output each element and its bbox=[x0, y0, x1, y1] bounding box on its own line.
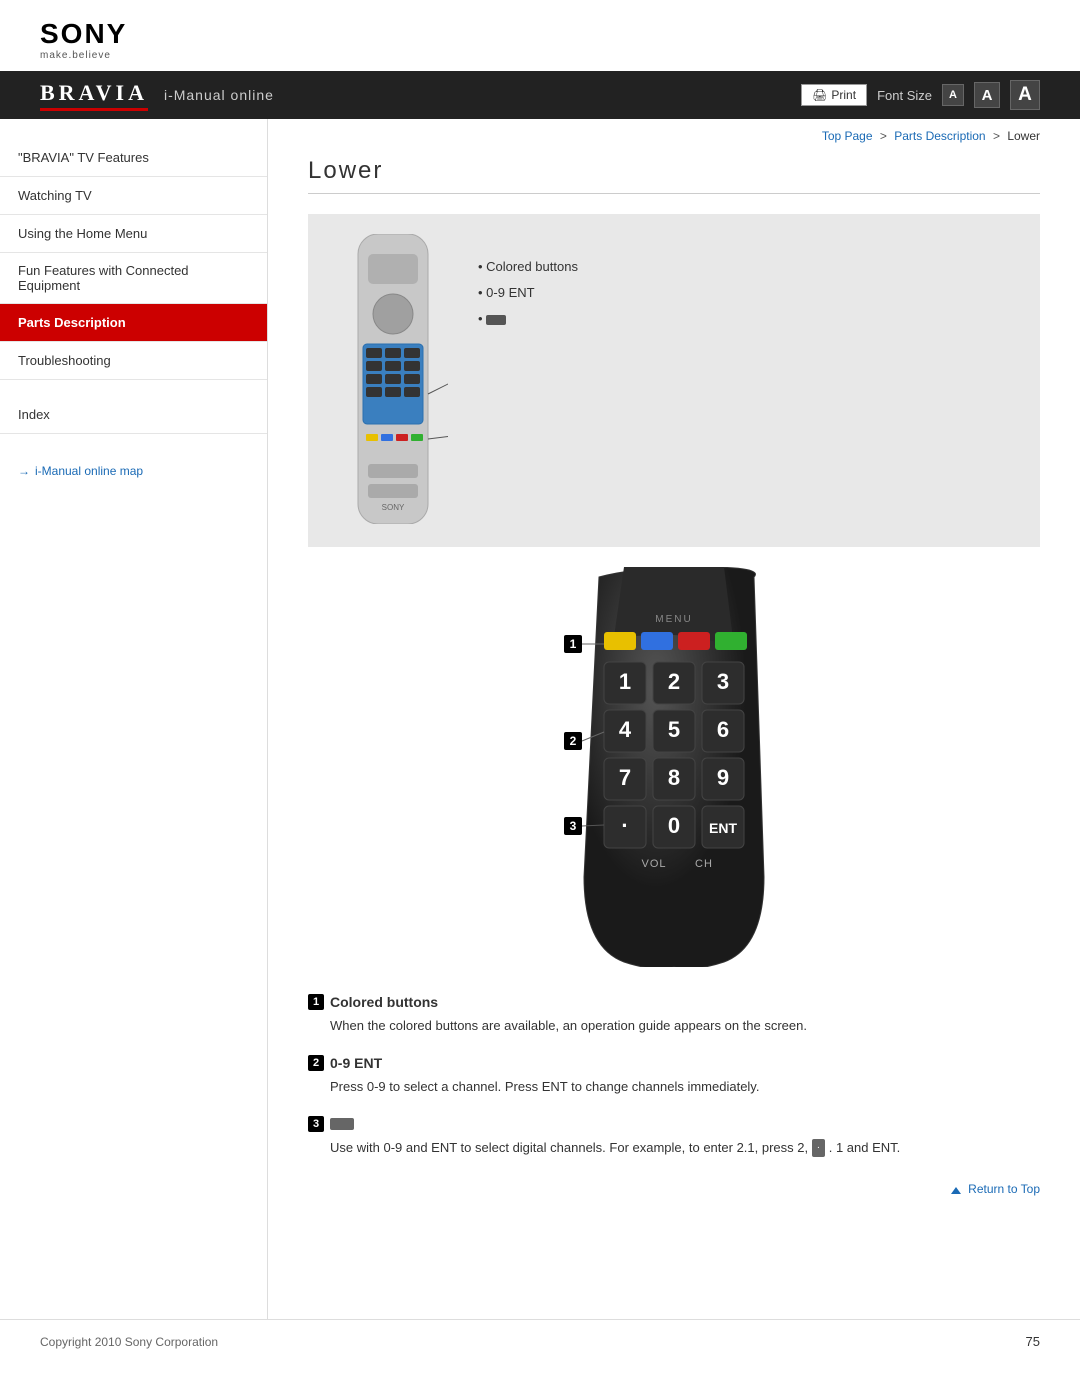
sidebar-label-parts-description: Parts Description bbox=[18, 315, 126, 330]
triangle-up-icon bbox=[951, 1187, 961, 1194]
breadcrumb-top-page[interactable]: Top Page bbox=[822, 129, 873, 143]
sidebar-item-bravia-features[interactable]: "BRAVIA" TV Features bbox=[0, 139, 267, 177]
section3-title: 3 bbox=[308, 1116, 1040, 1132]
svg-text:CH: CH bbox=[695, 858, 713, 870]
sidebar-item-index[interactable]: Index bbox=[0, 396, 267, 434]
section2-badge: 2 bbox=[308, 1055, 324, 1071]
remote-diagram: SONY Colored buttons 0-9 ENT bbox=[308, 214, 1040, 547]
page-title: Lower bbox=[308, 157, 1040, 194]
svg-text:0: 0 bbox=[668, 813, 680, 838]
svg-text:8: 8 bbox=[668, 765, 680, 790]
svg-text:2: 2 bbox=[570, 734, 577, 748]
section2-desc: Press 0-9 to select a channel. Press ENT… bbox=[330, 1077, 1040, 1098]
svg-text:9: 9 bbox=[717, 765, 729, 790]
print-icon: 🖨 bbox=[812, 88, 827, 102]
inline-dot-button: · bbox=[812, 1139, 825, 1157]
section2-label: 0-9 ENT bbox=[330, 1055, 382, 1071]
nav-right: 🖨 Print Font Size A A A bbox=[801, 80, 1040, 110]
breadcrumb-sep2: > bbox=[993, 129, 1000, 143]
sidebar-item-troubleshooting[interactable]: Troubleshooting bbox=[0, 342, 267, 380]
sidebar-label-index: Index bbox=[18, 407, 50, 422]
sidebar-label-watching-tv: Watching TV bbox=[18, 188, 92, 203]
bravia-logo: BRAVIA bbox=[40, 80, 148, 111]
breadcrumb-current: Lower bbox=[1007, 129, 1040, 143]
return-to-top[interactable]: Return to Top bbox=[308, 1182, 1040, 1196]
diagram-label-dot bbox=[478, 306, 578, 332]
arrow-icon: → bbox=[18, 464, 30, 478]
svg-text:MENU: MENU bbox=[655, 614, 692, 625]
dot-button-icon bbox=[486, 315, 506, 325]
diagram-label-09ent: 0-9 ENT bbox=[478, 280, 578, 306]
diagram-label-colored: Colored buttons bbox=[478, 254, 578, 280]
section2-title: 2 0-9 ENT bbox=[308, 1055, 1040, 1071]
sidebar-label-fun-features: Fun Features with Connected Equipment bbox=[18, 263, 189, 293]
dot-button-small-icon bbox=[330, 1118, 354, 1130]
svg-text:·: · bbox=[621, 813, 628, 838]
remote-overview-svg: SONY bbox=[338, 234, 448, 524]
svg-text:SONY: SONY bbox=[382, 503, 405, 512]
sidebar-label-home-menu: Using the Home Menu bbox=[18, 226, 147, 241]
font-small-button[interactable]: A bbox=[942, 84, 964, 106]
section1-colored-buttons: 1 Colored buttons When the colored butto… bbox=[308, 994, 1040, 1037]
sidebar-item-home-menu[interactable]: Using the Home Menu bbox=[0, 215, 267, 253]
svg-text:6: 6 bbox=[717, 717, 729, 742]
remote-overview-image: SONY bbox=[338, 234, 448, 527]
copyright-text: Copyright 2010 Sony Corporation bbox=[40, 1335, 218, 1349]
svg-text:ENT: ENT bbox=[709, 820, 737, 836]
section3-desc2: . 1 and ENT. bbox=[829, 1140, 901, 1155]
section3-dot: 3 Use with 0-9 and ENT to select digital… bbox=[308, 1116, 1040, 1159]
sony-text: SONY bbox=[40, 18, 127, 50]
svg-text:5: 5 bbox=[668, 717, 680, 742]
sidebar-item-parts-description[interactable]: Parts Description bbox=[0, 304, 267, 342]
print-label: Print bbox=[831, 88, 856, 102]
section2-09ent: 2 0-9 ENT Press 0-9 to select a channel.… bbox=[308, 1055, 1040, 1098]
sidebar: "BRAVIA" TV Features Watching TV Using t… bbox=[0, 119, 268, 1319]
sony-logo: SONY make.believe bbox=[40, 18, 127, 61]
section1-desc: When the colored buttons are available, … bbox=[330, 1016, 1040, 1037]
font-medium-button[interactable]: A bbox=[974, 82, 1000, 108]
section3-desc: Use with 0-9 and ENT to select digital c… bbox=[330, 1138, 1040, 1159]
imanual-map-label: i-Manual online map bbox=[35, 464, 143, 478]
print-button[interactable]: 🖨 Print bbox=[801, 84, 867, 106]
sidebar-item-fun-features[interactable]: Fun Features with Connected Equipment bbox=[0, 253, 267, 304]
page-number: 75 bbox=[1026, 1334, 1040, 1349]
svg-text:3: 3 bbox=[717, 669, 729, 694]
svg-text:2: 2 bbox=[668, 669, 680, 694]
sony-tagline: make.believe bbox=[40, 50, 127, 61]
imanual-map-link[interactable]: → i-Manual online map bbox=[0, 450, 267, 492]
svg-text:3: 3 bbox=[570, 819, 577, 833]
sidebar-item-watching-tv[interactable]: Watching TV bbox=[0, 177, 267, 215]
nav-bar: BRAVIA i-Manual online 🖨 Print Font Size… bbox=[0, 71, 1080, 119]
font-size-label: Font Size bbox=[877, 88, 932, 103]
diagram-labels: Colored buttons 0-9 ENT bbox=[478, 234, 578, 332]
return-top-label: Return to Top bbox=[968, 1182, 1040, 1196]
remote-detail-svg: MENU 1 2 3 4 bbox=[504, 567, 844, 967]
svg-text:7: 7 bbox=[619, 765, 631, 790]
sidebar-label-bravia-features: "BRAVIA" TV Features bbox=[18, 150, 149, 165]
bravia-title: BRAVIA i-Manual online bbox=[40, 80, 274, 111]
sidebar-label-troubleshooting: Troubleshooting bbox=[18, 353, 111, 368]
remote-detail: MENU 1 2 3 4 bbox=[308, 567, 1040, 970]
section3-badge: 3 bbox=[308, 1116, 324, 1132]
section1-label: Colored buttons bbox=[330, 994, 438, 1010]
section1-title: 1 Colored buttons bbox=[308, 994, 1040, 1010]
font-large-button[interactable]: A bbox=[1010, 80, 1040, 110]
svg-text:4: 4 bbox=[619, 717, 632, 742]
content-area: Top Page > Parts Description > Lower Low… bbox=[268, 119, 1080, 1319]
breadcrumb-parts-description[interactable]: Parts Description bbox=[894, 129, 985, 143]
svg-text:1: 1 bbox=[570, 637, 577, 651]
svg-text:VOL: VOL bbox=[641, 858, 666, 870]
section1-badge: 1 bbox=[308, 994, 324, 1010]
main-layout: "BRAVIA" TV Features Watching TV Using t… bbox=[0, 119, 1080, 1319]
breadcrumb: Top Page > Parts Description > Lower bbox=[308, 129, 1040, 143]
svg-text:1: 1 bbox=[619, 669, 631, 694]
section3-desc-text: Use with 0-9 and ENT to select digital c… bbox=[330, 1140, 808, 1155]
footer: Copyright 2010 Sony Corporation 75 bbox=[0, 1319, 1080, 1363]
breadcrumb-sep1: > bbox=[880, 129, 887, 143]
imanual-text: i-Manual online bbox=[164, 87, 274, 103]
top-header: SONY make.believe bbox=[0, 0, 1080, 71]
